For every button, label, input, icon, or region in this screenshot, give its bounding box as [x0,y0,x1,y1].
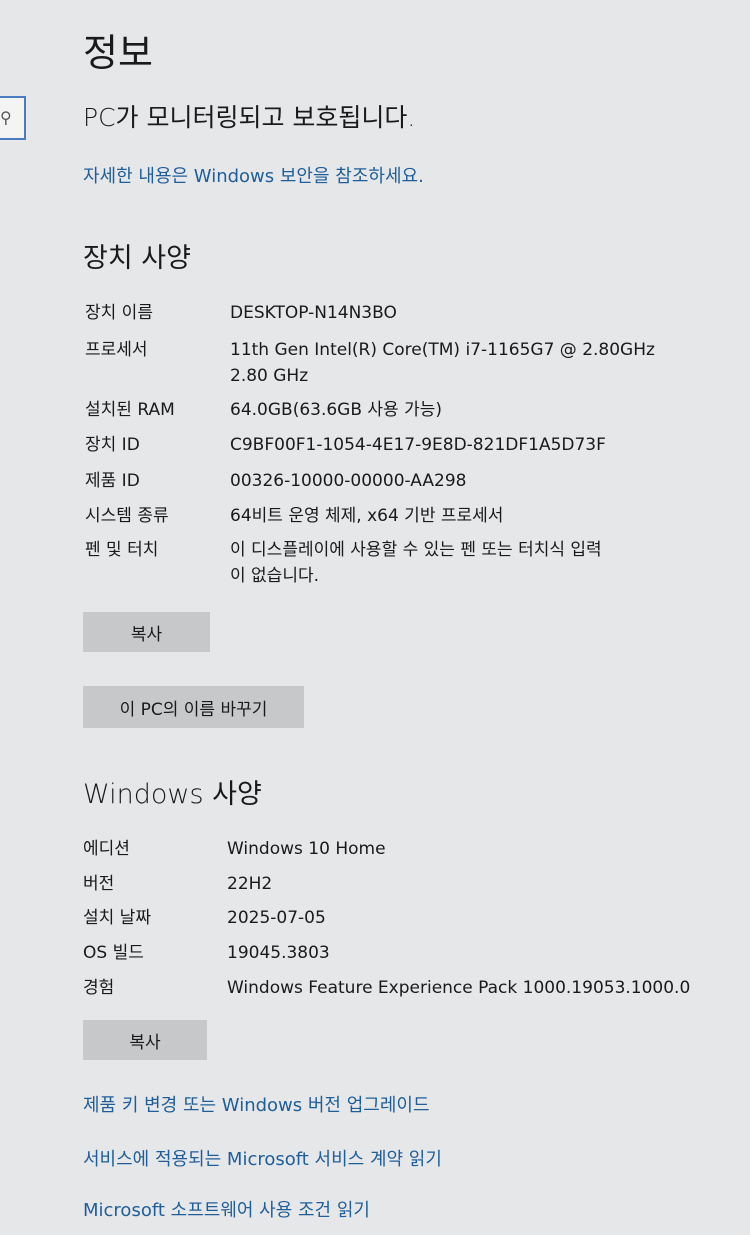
spec-value: 이 디스플레이에 사용할 수 있는 펜 또는 터치식 입력 [230,540,602,560]
spec-value: 22H2 [227,874,273,894]
security-link[interactable]: 자세한 내용은 Windows 보안을 참조하세요. [83,162,424,188]
windows-specs-title: Windows 사양 [83,779,262,810]
spec-label: 에디션 [83,839,130,859]
change-product-key-link[interactable]: 제품 키 변경 또는 Windows 버전 업그레이드 [83,1091,430,1117]
spec-value: C9BF00F1-1054-4E17-9E8D-821DF1A5D73F [230,435,606,455]
spec-label: 펜 및 터치 [85,540,159,560]
spec-value: Windows 10 Home [227,839,386,859]
spec-value-cont: 이 없습니다. [230,566,320,586]
spec-label: 시스템 종류 [85,506,169,526]
spec-value: 64비트 운영 체제, x64 기반 프로세서 [230,506,504,526]
rename-pc-button[interactable]: 이 PC의 이름 바꾸기 [83,686,304,728]
spec-label: 설치 날짜 [83,908,151,928]
spec-label: OS 빌드 [83,943,144,963]
copy-windows-specs-button[interactable]: 복사 [83,1020,207,1060]
spec-label: 장치 이름 [85,303,153,323]
spec-label: 프로세서 [85,340,148,360]
spec-label: 경험 [83,978,115,998]
copy-device-specs-button[interactable]: 복사 [83,612,210,652]
spec-label: 장치 ID [85,435,140,455]
protection-status: PC가 모니터링되고 보호됩니다. [83,103,416,132]
page-title: 정보 [83,31,153,75]
search-icon: ⚲ [0,108,12,127]
spec-label: 설치된 RAM [85,400,175,420]
spec-label: 제품 ID [85,471,140,491]
spec-value: 11th Gen Intel(R) Core(TM) i7-1165G7 @ 2… [230,340,655,360]
spec-value: Windows Feature Experience Pack 1000.190… [227,978,691,998]
spec-value-cont: 2.80 GHz [230,366,309,386]
spec-value: 19045.3803 [227,943,330,963]
spec-value: DESKTOP-N14N3BO [230,303,397,323]
service-agreement-link[interactable]: 서비스에 적용되는 Microsoft 서비스 계약 읽기 [83,1145,442,1171]
device-specs-title: 장치 사양 [83,243,191,274]
license-terms-link[interactable]: Microsoft 소프트웨어 사용 조건 읽기 [83,1196,370,1222]
spec-value: 00326-10000-00000-AA298 [230,471,467,491]
spec-value: 64.0GB(63.6GB 사용 가능) [230,400,443,420]
spec-label: 버전 [83,874,115,894]
search-box[interactable]: ⚲ [0,96,26,140]
spec-value: 2025-07-05 [227,908,326,928]
